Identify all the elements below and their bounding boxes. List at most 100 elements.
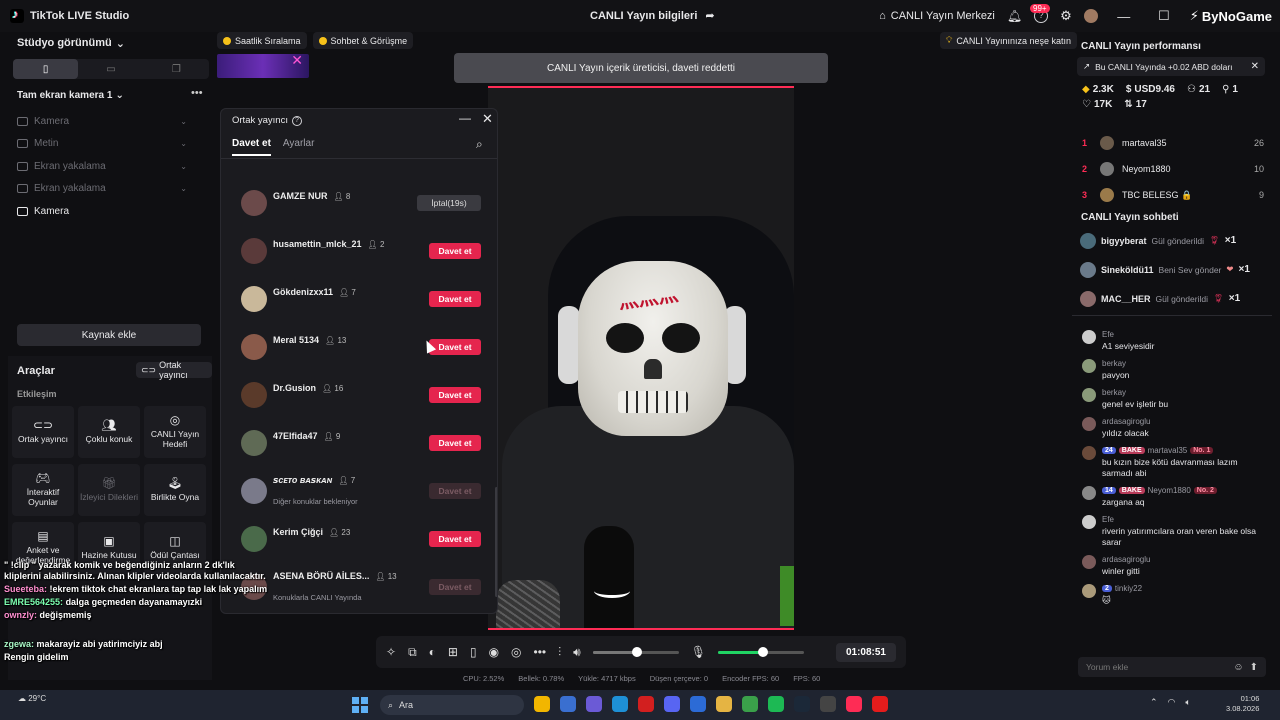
- search-icon[interactable]: ⌕: [476, 137, 483, 152]
- help-icon[interactable]: ?: [291, 115, 302, 126]
- screen-share-icon[interactable]: ⧉: [408, 645, 417, 660]
- magic-wand-icon[interactable]: ✧: [386, 645, 396, 659]
- mail-icon[interactable]: [690, 696, 706, 712]
- minimize-button[interactable]: —: [1110, 9, 1138, 24]
- source-list: Kamera ⌄ Metin ⌄ Ekran yakalama ⌄ Ekran yak…: [17, 110, 187, 223]
- event-logo-icon: ✕: [291, 54, 303, 68]
- top-chips: Saatlik Sıralama Sohbet & Görüşme: [217, 32, 414, 49]
- minimize-button[interactable]: —: [459, 111, 471, 125]
- hourly-ranking-chip[interactable]: Saatlik Sıralama: [217, 32, 307, 49]
- speaker-icon[interactable]: 🔊︎: [573, 645, 581, 660]
- comment-input[interactable]: Yorum ekle ☺ ⬆: [1078, 657, 1266, 677]
- avatar: [241, 334, 267, 360]
- avatar: [241, 430, 267, 456]
- phone-icon[interactable]: ▯: [470, 645, 477, 659]
- app-icon[interactable]: [820, 696, 836, 712]
- add-media-icon[interactable]: ⊞: [448, 645, 458, 659]
- taskbar-search[interactable]: ⌕ Ara: [380, 695, 524, 715]
- add-source-button[interactable]: Kaynak ekle: [17, 324, 201, 346]
- source-item[interactable]: Kamera ⌄: [17, 110, 187, 133]
- youtube-icon[interactable]: [872, 696, 888, 712]
- steam-icon[interactable]: [794, 696, 810, 712]
- volume-slider[interactable]: [592, 646, 679, 657]
- layout-icon[interactable]: ❐: [144, 59, 209, 79]
- avatar: [241, 286, 267, 312]
- table-row[interactable]: 1 martaval35 26: [1082, 130, 1264, 156]
- close-icon[interactable]: ✕: [482, 111, 493, 127]
- opera-icon[interactable]: [638, 696, 654, 712]
- app-title: TikTok LIVE Studio: [0, 7, 330, 23]
- discord-icon[interactable]: [664, 696, 680, 712]
- tip-chip[interactable]: 💡︎ CANLI Yayınınıza neşe katın: [940, 32, 1078, 49]
- speaker-icon[interactable]: 🔈︎: [1185, 697, 1190, 708]
- windows-start-icon[interactable]: [352, 697, 368, 713]
- link-icon: ⊂⊃: [32, 418, 54, 432]
- record-icon[interactable]: ◉: [489, 645, 499, 659]
- live-info-button[interactable]: CANLI Yayın bilgileri ➦: [590, 9, 715, 23]
- app-icon[interactable]: [768, 696, 784, 712]
- tab-settings[interactable]: Ayarlar: [283, 138, 315, 156]
- teams-icon[interactable]: [586, 696, 602, 712]
- emoji-icon[interactable]: ☺: [1233, 662, 1243, 673]
- avatar: [241, 478, 267, 504]
- tool-live-goal[interactable]: ◎ CANLI Yayın Hedefi: [144, 406, 206, 458]
- mic-icon[interactable]: 🎙︎: [691, 645, 706, 659]
- chrome-icon[interactable]: [534, 696, 550, 712]
- edge-icon[interactable]: [612, 696, 628, 712]
- mixer-icon[interactable]: ⫶: [558, 645, 561, 660]
- wifi-icon[interactable]: ◠: [1168, 697, 1176, 708]
- landscape-icon[interactable]: ▭: [78, 59, 143, 79]
- gear-icon[interactable]: ⚙: [1060, 8, 1072, 24]
- table-row[interactable]: 2 Neyom1880 10: [1082, 156, 1264, 182]
- tool-play-together[interactable]: 🕹︎ Birlikte Oyna: [144, 464, 206, 516]
- effects-icon[interactable]: ◐: [429, 645, 436, 659]
- live-center-button[interactable]: ⌂ CANLI Yayın Merkezi: [879, 10, 995, 22]
- mic-knob[interactable]: [757, 646, 768, 657]
- tool-viewer-wishes[interactable]: 🎁︎ İzleyici Dilekleri: [78, 464, 140, 516]
- studio-view-dropdown[interactable]: Stüdyo görünümü ⌄: [17, 37, 125, 50]
- maximize-button[interactable]: ☐: [1150, 8, 1178, 24]
- source-item[interactable]: Ekran yakalama ⌄: [17, 155, 187, 178]
- volume-knob[interactable]: [632, 646, 643, 657]
- chat-meet-chip[interactable]: Sohbet & Görüşme: [312, 32, 414, 49]
- more-icon[interactable]: •••: [534, 645, 547, 659]
- chrome-alt-icon[interactable]: [742, 696, 758, 712]
- scrollbar[interactable]: [495, 487, 497, 597]
- close-icon[interactable]: ✕: [1251, 61, 1259, 72]
- tool-grid: ⊂⊃ Ortak yayıncı 👥︎ Çoklu konuk ◎ CANLI Yay…: [12, 406, 210, 574]
- source-item[interactable]: Ekran yakalama ⌄: [17, 178, 187, 201]
- source-item[interactable]: Kamera: [17, 200, 187, 223]
- invite-button[interactable]: Davet et: [429, 339, 481, 355]
- source-item[interactable]: Metin ⌄: [17, 133, 187, 156]
- invite-button[interactable]: Davet et: [429, 291, 481, 307]
- invite-button[interactable]: Davet et: [429, 243, 481, 259]
- scene-dropdown[interactable]: Tam ekran kamera 1 ⌄: [17, 90, 124, 101]
- tool-cohost[interactable]: ⊂⊃ Ortak yayıncı: [12, 406, 74, 458]
- invite-button[interactable]: Davet et: [429, 531, 481, 547]
- chat-message: Efe A1 seviyesidir: [1082, 330, 1264, 352]
- stream-preview[interactable]: ⺣⺣⺣: [488, 86, 794, 630]
- clock[interactable]: 01:06 3.08.2026: [1226, 694, 1259, 714]
- invite-button[interactable]: Davet et: [429, 387, 481, 403]
- mic-slider[interactable]: [717, 646, 804, 657]
- cohost-shortcut[interactable]: ⊂⊃ Ortak yayıncı: [136, 360, 212, 380]
- list-item: husamettin_mlck_21 👤︎ 2 Davet et: [241, 227, 481, 275]
- tool-multi-guest[interactable]: 👥︎ Çoklu konuk: [78, 406, 140, 458]
- event-banner[interactable]: ✕: [217, 54, 309, 78]
- more-icon[interactable]: •••: [191, 87, 203, 99]
- table-row[interactable]: 3 TBC BELESG 🔒 9: [1082, 182, 1264, 208]
- cancel-invite-button[interactable]: İptal(19s): [417, 195, 481, 211]
- camera-icon[interactable]: ◎: [511, 645, 521, 659]
- bell-icon[interactable]: 🔔︎: [1007, 9, 1022, 23]
- store-icon[interactable]: [560, 696, 576, 712]
- weather-widget[interactable]: ☁ 29°C: [18, 694, 46, 703]
- avatar[interactable]: [1083, 9, 1098, 23]
- tool-interactive-games[interactable]: 🎮︎ İnteraktif Oyunlar: [12, 464, 74, 516]
- send-icon[interactable]: ⬆: [1250, 662, 1258, 673]
- tab-invite[interactable]: Davet et: [232, 138, 271, 156]
- tiktok-icon[interactable]: [846, 696, 862, 712]
- portrait-icon[interactable]: ▯: [13, 59, 79, 79]
- invite-button[interactable]: Davet et: [429, 435, 481, 451]
- folder-icon[interactable]: [716, 696, 732, 712]
- chevron-up-icon[interactable]: ⌃: [1150, 697, 1158, 708]
